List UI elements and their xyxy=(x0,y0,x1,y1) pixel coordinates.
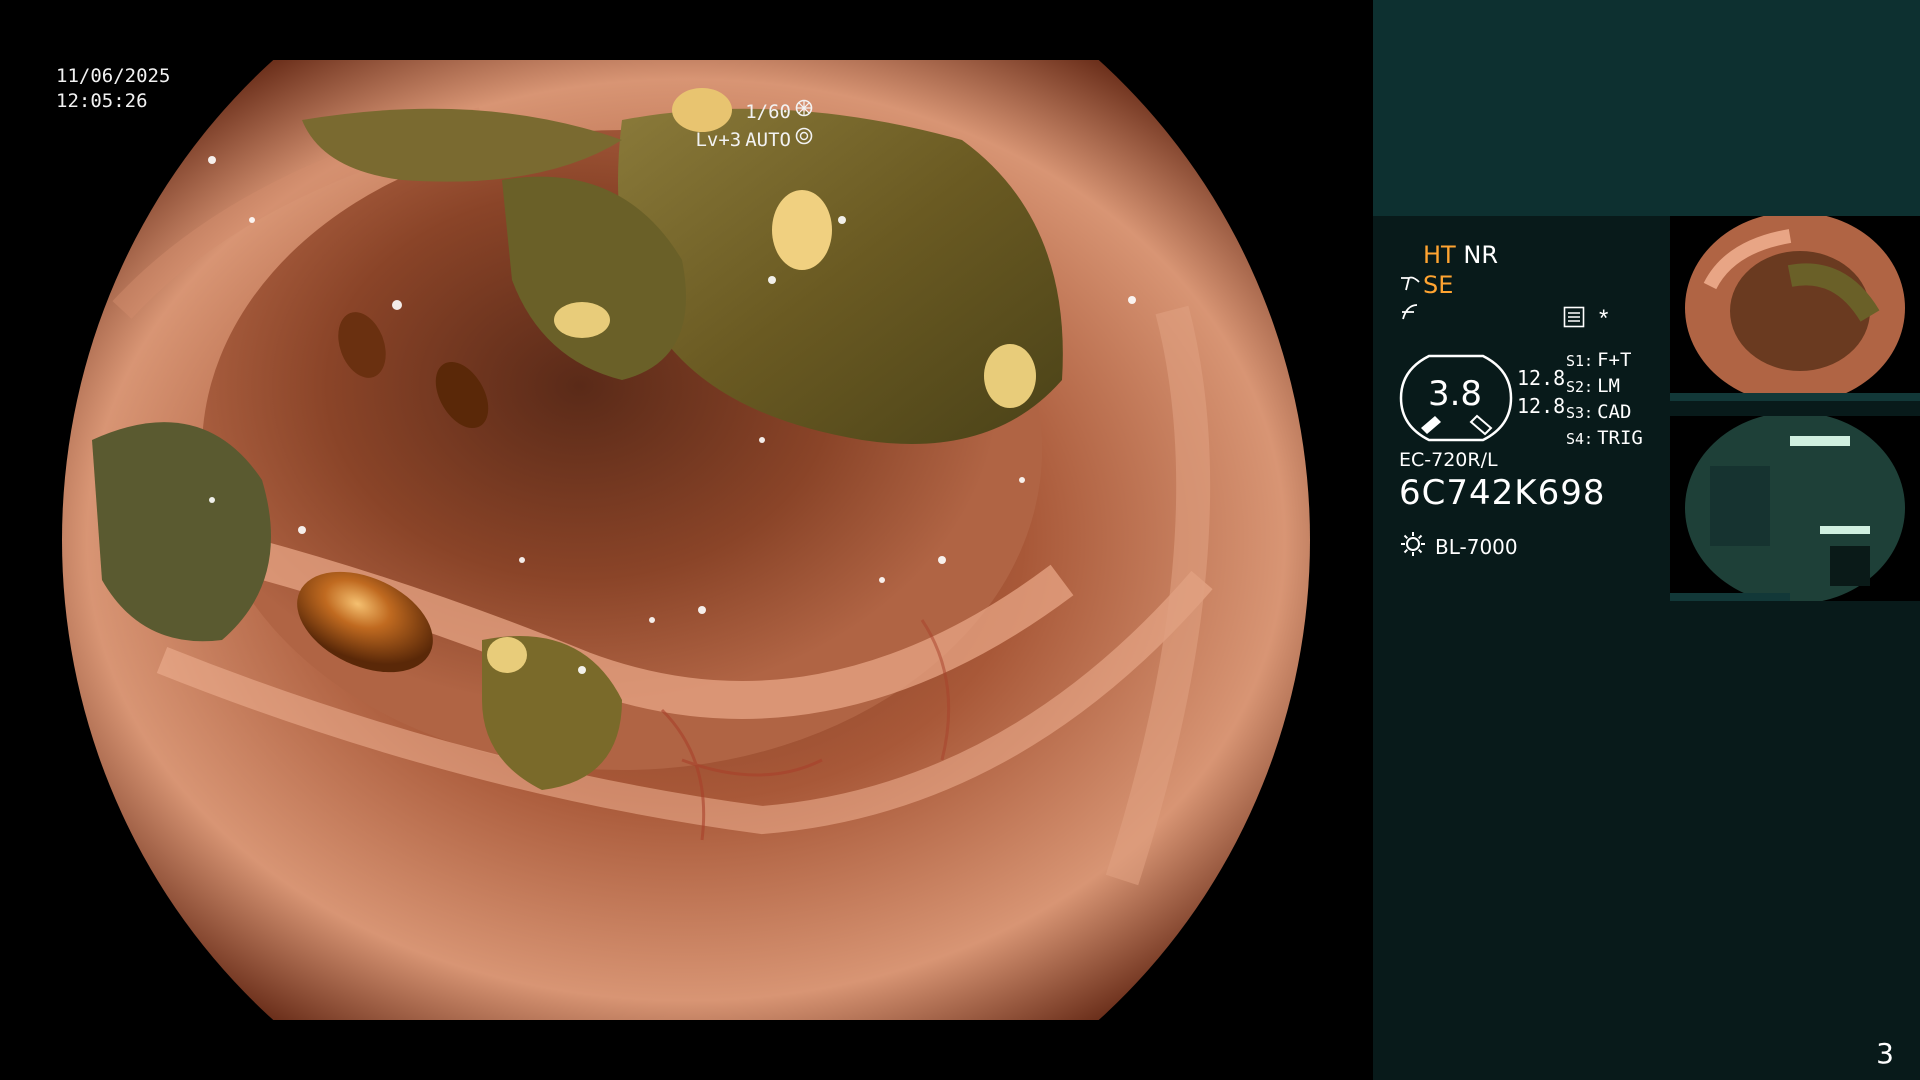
structure-enhance-icon xyxy=(1399,270,1421,300)
panel-icons: * xyxy=(1563,305,1608,333)
switch-row: S1: F+T xyxy=(1566,349,1632,371)
capture-thumbnail-1[interactable] xyxy=(1670,216,1920,401)
thumbnail-bar xyxy=(1670,593,1790,601)
endoscope-main-view: 11/06/2025 12:05:26 1/60 Lv+3 AUTO xyxy=(0,0,1373,1080)
level-text: Lv+3 xyxy=(695,129,742,151)
switch-row: S3: CAD xyxy=(1566,401,1632,423)
scope-info: HT NR SE 3.8 12.8 12.8 EC-720R/L 6C742K6… xyxy=(1399,240,1604,559)
ht-label: HT xyxy=(1423,241,1456,269)
gauge-value: 3.8 xyxy=(1427,374,1483,414)
light-source-row: BL-7000 xyxy=(1399,530,1518,563)
star-marker: * xyxy=(1599,305,1609,332)
switch-assignments: S1: F+T S2: LM S3: CAD S4: TRIG xyxy=(1566,348,1643,452)
scope-model: EC-720R/L xyxy=(1399,449,1498,471)
date-time-overlay: 11/06/2025 12:05:26 xyxy=(56,64,170,114)
auto-iris-icon xyxy=(795,126,813,154)
exposure-overlay: 1/60 Lv+3 AUTO xyxy=(695,98,813,154)
scope-serial: 6C742K698 xyxy=(1399,473,1606,513)
light-source-icon xyxy=(1399,530,1427,563)
switch-row: S4: TRIG xyxy=(1566,427,1643,449)
nr-label: NR xyxy=(1463,241,1498,269)
light-source-text: BL-7000 xyxy=(1435,534,1518,559)
aperture-icon xyxy=(795,98,813,126)
se-label: SE xyxy=(1423,271,1454,299)
switch-row: S2: LM xyxy=(1566,375,1620,397)
menu-list-icon xyxy=(1563,306,1585,333)
gauge-sub-value-2: 12.8 xyxy=(1517,394,1566,418)
shutter-text: 1/60 xyxy=(745,101,791,123)
capture-thumbnail-2[interactable] xyxy=(1670,416,1920,601)
color-enhance-icon xyxy=(1399,301,1421,329)
thumbnail-bar xyxy=(1670,393,1920,401)
colon-lumen-image xyxy=(62,60,1310,1020)
date-text: 11/06/2025 xyxy=(56,65,171,87)
gauge-sub-value-1: 12.8 xyxy=(1517,366,1566,390)
page-number: 3 xyxy=(1876,1037,1894,1070)
time-text: 12:05:26 xyxy=(56,90,148,112)
endoscopic-image xyxy=(62,60,1310,1020)
mode-text: AUTO xyxy=(745,129,791,151)
side-panel-header xyxy=(1373,0,1920,216)
